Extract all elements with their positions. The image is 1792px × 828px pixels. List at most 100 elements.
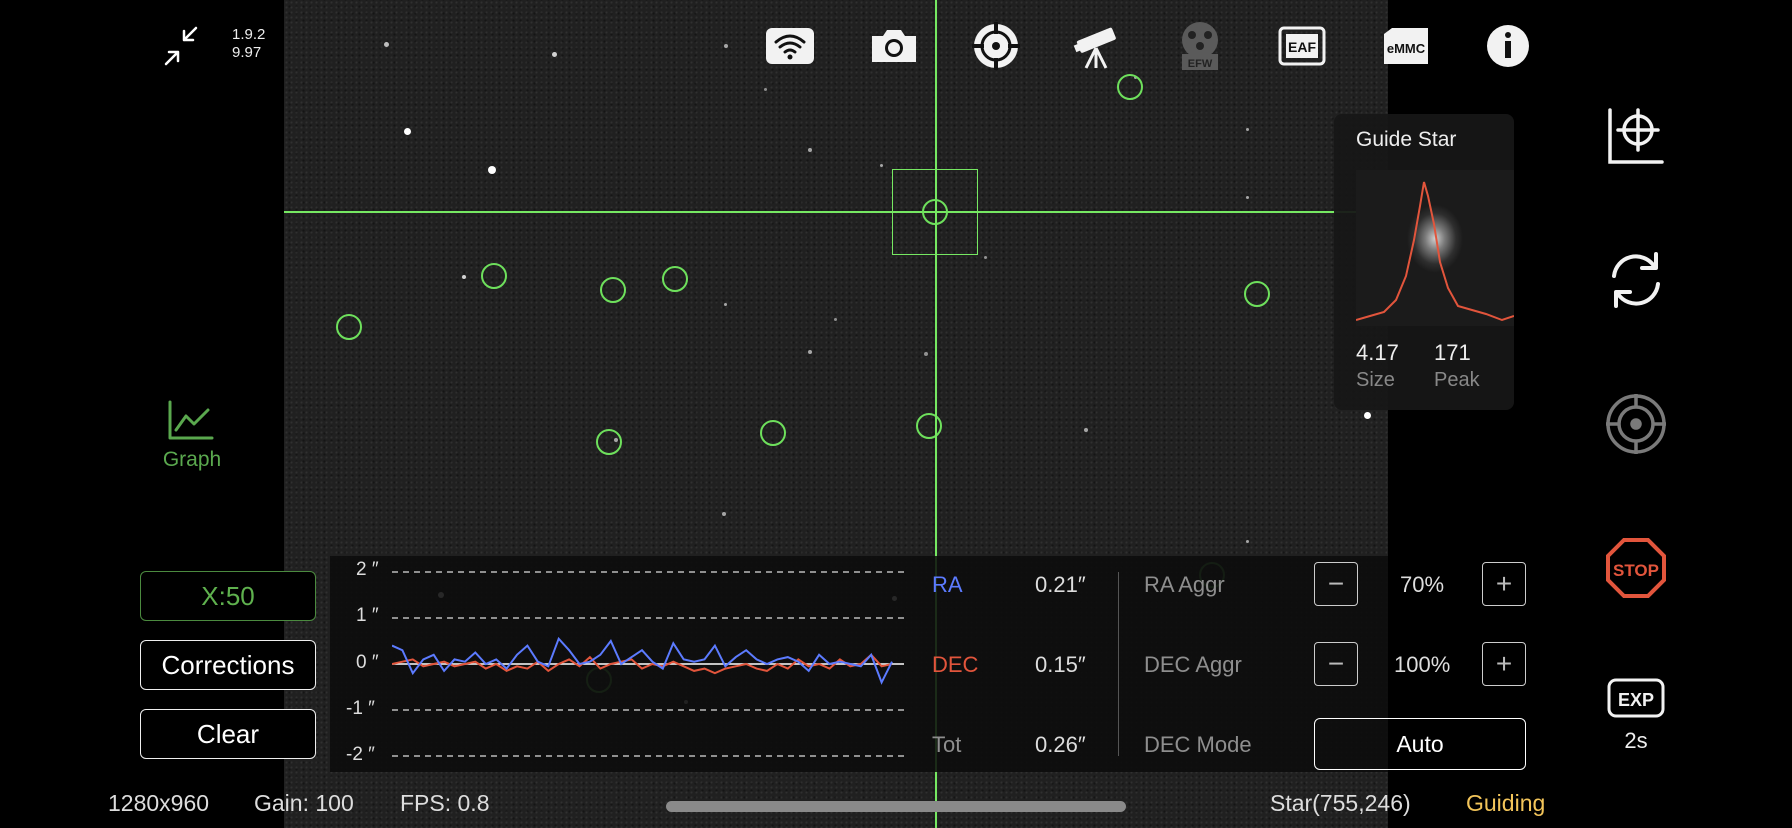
stop-icon: STOP <box>1606 538 1666 598</box>
detected-star-marker[interactable] <box>662 266 688 292</box>
dec-value: 0.15″ <box>1035 652 1086 677</box>
star-peak-label: Peak <box>1434 369 1480 391</box>
fps-text: FPS: 0.8 <box>400 790 490 816</box>
graph-button[interactable] <box>166 398 216 447</box>
graph-scale-label: -1 ″ <box>346 698 375 719</box>
refresh-button[interactable] <box>1604 248 1668 312</box>
tot-label: Tot <box>932 732 962 757</box>
tot-value: 0.26″ <box>1035 732 1086 757</box>
wifi-button[interactable] <box>762 18 818 74</box>
star <box>880 164 883 167</box>
emmc-label: eMMC <box>1387 41 1426 56</box>
efw-label: EFW <box>1188 58 1213 70</box>
detected-star-marker[interactable] <box>1117 74 1143 100</box>
crosshair-horizontal <box>284 211 1356 213</box>
ra-aggr-value: 70% <box>1400 572 1445 597</box>
star <box>1246 540 1249 543</box>
version-info: 1.9.2 9.97 <box>232 26 265 62</box>
detected-star-marker[interactable] <box>760 420 786 446</box>
star <box>404 128 411 135</box>
guide-star-marker <box>922 199 948 225</box>
guiding-status: Guiding <box>1466 790 1546 816</box>
star-size-label: Size <box>1356 369 1395 391</box>
target-button[interactable] <box>1604 392 1668 456</box>
star <box>1084 428 1088 432</box>
stop-button[interactable]: STOP <box>1604 536 1668 600</box>
app-version: 1.9.2 <box>232 26 266 43</box>
gain-text: Gain: 100 <box>254 790 354 816</box>
focus-target-icon <box>972 22 1020 70</box>
star <box>462 275 466 279</box>
star <box>764 88 767 91</box>
detected-star-marker[interactable] <box>596 429 622 455</box>
resolution-text: 1280x960 <box>108 790 210 816</box>
dec-mode-label: DEC Mode <box>1144 732 1252 757</box>
guide-error-chart[interactable] <box>392 560 904 760</box>
info-button[interactable] <box>1480 18 1536 74</box>
camera-button[interactable] <box>866 18 922 74</box>
collapse-icon <box>164 26 198 66</box>
detected-star-marker[interactable] <box>336 314 362 340</box>
stats-divider <box>1118 572 1119 756</box>
ra-aggr-decrease-button[interactable]: − <box>1314 562 1358 606</box>
star <box>384 42 389 47</box>
exposure-button[interactable]: EXP <box>1604 676 1668 720</box>
eaf-icon: EAF <box>1278 26 1326 66</box>
graph-scale-label: 0 ″ <box>356 652 379 673</box>
camera-icon <box>872 30 916 62</box>
efw-icon: EFW <box>1182 22 1218 70</box>
star-profile-curve <box>1356 181 1514 322</box>
graph-icon <box>168 400 214 440</box>
star-size-value: 4.17 <box>1356 340 1399 365</box>
graph-scale-label: 2 ″ <box>356 559 379 580</box>
dec-label: DEC <box>932 652 978 678</box>
wifi-icon <box>766 28 814 64</box>
clear-button[interactable]: Clear <box>140 709 316 759</box>
emmc-icon: eMMC <box>1384 28 1428 64</box>
info-icon <box>1487 25 1529 67</box>
eaf-button[interactable]: EAF <box>1274 18 1330 74</box>
ra-label: RA <box>932 572 963 598</box>
graph-scale-button[interactable]: X:50 <box>140 571 316 621</box>
star-position-text: Star(755,246) <box>1270 790 1411 816</box>
focus-target-button[interactable] <box>968 18 1024 74</box>
calibrate-icon <box>1608 108 1664 164</box>
ra-label-text: RA <box>932 572 963 597</box>
star <box>722 512 726 516</box>
dec-aggr-increase-button[interactable]: + <box>1482 642 1526 686</box>
efw-button[interactable]: EFW <box>1172 18 1228 74</box>
exp-label: EXP <box>1618 690 1654 710</box>
star <box>724 44 728 48</box>
ra-series-line <box>392 636 893 685</box>
dec-mode-select[interactable]: Auto <box>1314 718 1526 770</box>
dec-label-text: DEC <box>932 652 979 677</box>
detected-star-marker[interactable] <box>481 263 507 289</box>
detected-star-marker[interactable] <box>1244 281 1270 307</box>
exposure-value: 2s <box>1624 728 1648 753</box>
dec-aggr-value: 100% <box>1394 652 1451 677</box>
star <box>808 350 812 354</box>
refresh-icon <box>1612 252 1660 308</box>
corrections-button[interactable]: Corrections <box>140 640 316 690</box>
eaf-label: EAF <box>1288 39 1316 55</box>
star <box>834 318 837 321</box>
home-indicator[interactable] <box>666 801 1126 812</box>
target-icon <box>1606 394 1666 454</box>
dec-aggr-decrease-button[interactable]: − <box>1314 642 1358 686</box>
detected-star-marker[interactable] <box>600 277 626 303</box>
detected-star-marker[interactable] <box>916 413 942 439</box>
telescope-icon <box>1073 27 1116 69</box>
app-build: 9.97 <box>232 44 262 61</box>
telescope-button[interactable] <box>1068 18 1124 74</box>
collapse-button[interactable] <box>158 22 206 70</box>
stop-label: STOP <box>1613 561 1659 580</box>
ra-value: 0.21″ <box>1035 572 1086 597</box>
star <box>924 352 928 356</box>
calibrate-button[interactable] <box>1604 104 1668 168</box>
graph-label[interactable]: Graph <box>150 448 234 472</box>
emmc-button[interactable]: eMMC <box>1378 18 1434 74</box>
ra-aggr-increase-button[interactable]: + <box>1482 562 1526 606</box>
star <box>1364 412 1371 419</box>
star <box>808 148 812 152</box>
star <box>488 166 496 174</box>
